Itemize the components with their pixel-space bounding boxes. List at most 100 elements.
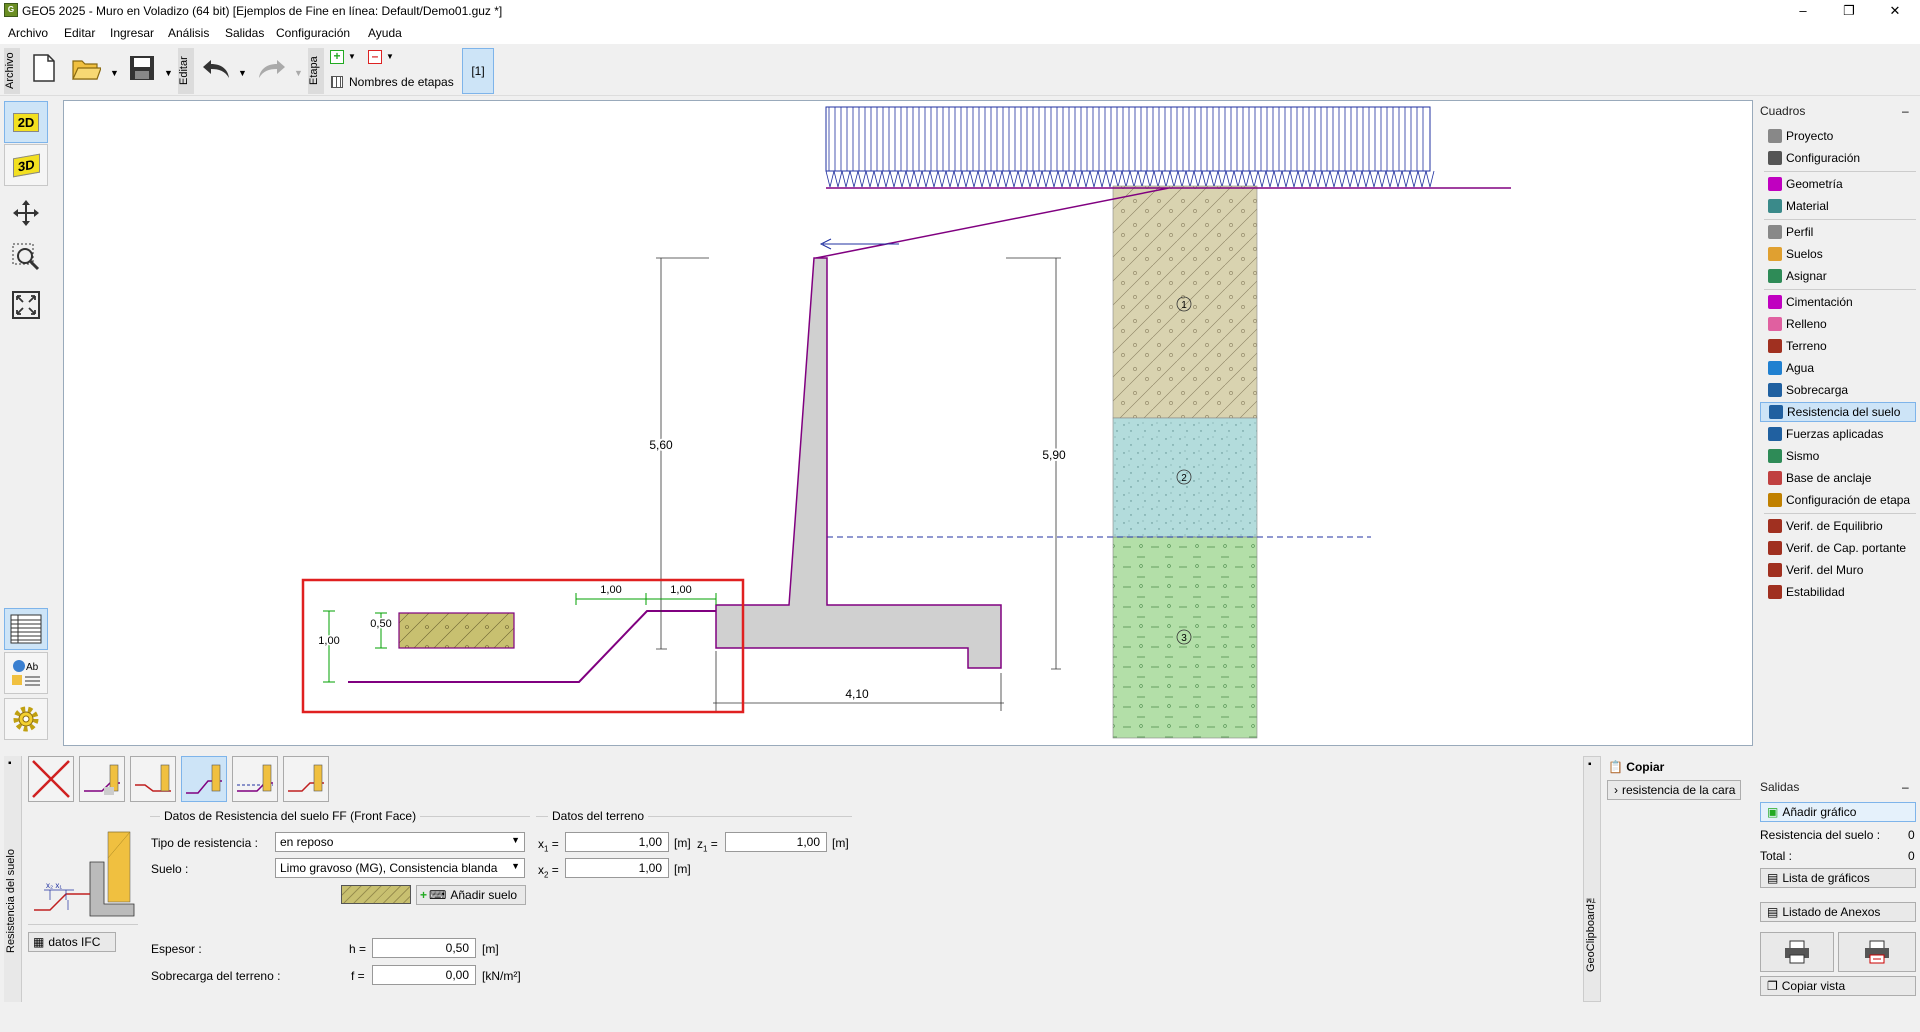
- outputs-header: Salidas: [1760, 780, 1800, 794]
- frame-forces[interactable]: Fuerzas aplicadas: [1760, 424, 1916, 444]
- frame-resistance[interactable]: Resistencia del suelo: [1760, 402, 1916, 422]
- dim-wall-height: 5,60: [649, 438, 673, 452]
- view-3d-button[interactable]: 3D: [4, 144, 48, 186]
- frame-equilibrium[interactable]: Verif. de Equilibrio: [1760, 516, 1916, 536]
- frames-collapse-icon[interactable]: –: [1902, 104, 1909, 118]
- soil-select[interactable]: Limo gravoso (MG), Consistencia blanda ▼: [275, 858, 525, 878]
- frame-surcharge[interactable]: Sobrecarga: [1760, 380, 1916, 400]
- stage-names-button[interactable]: Nombres de etapas: [349, 75, 454, 89]
- table-view-button[interactable]: [4, 608, 48, 650]
- frame-separator: [1764, 513, 1916, 514]
- geoclipboard-label: GeoClipboard™: [1585, 892, 1597, 972]
- frame-backfill[interactable]: Relleno: [1760, 314, 1916, 334]
- resistance-scheme-image: x₂ x₁: [30, 828, 136, 928]
- pin-icon[interactable]: ▪: [1588, 759, 1592, 770]
- menu-configuracion[interactable]: Configuración: [276, 26, 350, 40]
- frame-gear[interactable]: Configuración: [1760, 148, 1916, 168]
- frame-terrain[interactable]: Terreno: [1760, 336, 1916, 356]
- save-icon[interactable]: [126, 50, 158, 86]
- print-button[interactable]: [1760, 932, 1834, 972]
- settings-button[interactable]: [4, 698, 48, 740]
- x1-input[interactable]: 1,00: [565, 832, 669, 852]
- styles-button[interactable]: Ab: [4, 652, 48, 694]
- z1-input[interactable]: 1,00: [725, 832, 827, 852]
- print-pdf-button[interactable]: [1838, 932, 1916, 972]
- restore-button[interactable]: ❐: [1826, 0, 1872, 22]
- frame-document[interactable]: Proyecto: [1760, 126, 1916, 146]
- menu-editar[interactable]: Editar: [64, 26, 95, 40]
- open-folder-icon[interactable]: [70, 50, 102, 86]
- frame-geometry[interactable]: Geometría: [1760, 174, 1916, 194]
- add-soil-button[interactable]: + ⌨ Añadir suelo: [416, 885, 526, 905]
- add-graphic-icon: ▣: [1767, 805, 1779, 819]
- remove-stage-dropdown-icon[interactable]: ▼: [386, 52, 394, 61]
- geometry-icon: [1768, 177, 1782, 191]
- remove-stage-icon[interactable]: –: [368, 50, 382, 64]
- save-dropdown-icon[interactable]: ▼: [164, 68, 173, 78]
- view-3d-icon: 3D: [12, 153, 40, 177]
- frame-profile[interactable]: Perfil: [1760, 222, 1916, 242]
- frame-soils[interactable]: Suelos: [1760, 244, 1916, 264]
- no-resistance-button[interactable]: [28, 756, 74, 802]
- annex-list-button[interactable]: ▤ Listado de Anexos: [1760, 902, 1916, 922]
- surcharge-input[interactable]: 0,00: [372, 965, 476, 985]
- stage-1-button[interactable]: [1]: [462, 48, 494, 94]
- view-2d-button[interactable]: 2D: [4, 101, 48, 143]
- thickness-input[interactable]: 0,50: [372, 938, 476, 958]
- frame-assign[interactable]: Asignar: [1760, 266, 1916, 286]
- frame-stage-settings[interactable]: Configuración de etapa: [1760, 490, 1916, 510]
- etapa-tab[interactable]: Etapa: [308, 48, 324, 94]
- frame-earthquake[interactable]: Sismo: [1760, 446, 1916, 466]
- x1-label: x1 =: [538, 837, 559, 854]
- resistance-type-2-button[interactable]: [130, 756, 176, 802]
- pin-icon[interactable]: ▪: [8, 758, 12, 769]
- frame-bearing[interactable]: Verif. de Cap. portante: [1760, 538, 1916, 558]
- resistance-type-3-button[interactable]: [181, 756, 227, 802]
- gear-icon: [1768, 151, 1782, 165]
- menu-analisis[interactable]: Análisis: [168, 26, 209, 40]
- earth-pressure-arrow: [819, 238, 899, 250]
- frame-wall-check[interactable]: Verif. del Muro: [1760, 560, 1916, 580]
- close-button[interactable]: ✕: [1872, 0, 1918, 22]
- minimize-button[interactable]: –: [1780, 0, 1826, 22]
- frame-water[interactable]: Agua: [1760, 358, 1916, 378]
- graphics-list-button[interactable]: ▤ Lista de gráficos: [1760, 868, 1916, 888]
- frame-foundation[interactable]: Cimentación: [1760, 292, 1916, 312]
- undo-icon[interactable]: [200, 50, 232, 86]
- x2-input[interactable]: 1,00: [565, 858, 669, 878]
- copy-front-face-button[interactable]: › resistencia de la cara: [1607, 780, 1741, 800]
- frame-anchor-base[interactable]: Base de anclaje: [1760, 468, 1916, 488]
- copy-view-button[interactable]: ❐ Copiar vista: [1760, 976, 1916, 996]
- resistance-type-5-button[interactable]: [283, 756, 329, 802]
- frame-stability[interactable]: Estabilidad: [1760, 582, 1916, 602]
- app-icon: G: [4, 3, 18, 17]
- menu-ayuda[interactable]: Ayuda: [368, 26, 402, 40]
- frame-material[interactable]: Material: [1760, 196, 1916, 216]
- new-file-icon[interactable]: [28, 50, 60, 86]
- menu-archivo[interactable]: Archivo: [8, 26, 48, 40]
- add-graphic-button[interactable]: ▣ Añadir gráfico: [1760, 802, 1916, 822]
- divider: [28, 924, 138, 925]
- resistance-type-1-button[interactable]: [79, 756, 125, 802]
- add-stage-dropdown-icon[interactable]: ▼: [348, 52, 356, 61]
- redo-dropdown-icon[interactable]: ▼: [294, 68, 303, 78]
- menu-salidas[interactable]: Salidas: [225, 26, 264, 40]
- undo-dropdown-icon[interactable]: ▼: [238, 68, 247, 78]
- bearing-icon: [1768, 541, 1782, 555]
- zoom-button[interactable]: [4, 236, 48, 278]
- drawing-canvas[interactable]: 1 2 3 5,60 5,90 4,10 1,00 1,00 1,00 0,50: [63, 100, 1753, 746]
- editar-tab[interactable]: Editar: [178, 48, 194, 94]
- geoclipboard-copy[interactable]: 📋 Copiar: [1608, 760, 1664, 774]
- menu-ingresar[interactable]: Ingresar: [110, 26, 154, 40]
- view-2d-icon: 2D: [12, 112, 40, 132]
- outputs-collapse-icon[interactable]: –: [1902, 780, 1909, 794]
- redo-icon[interactable]: [256, 50, 288, 86]
- resistance-type-select[interactable]: en reposo ▼: [275, 832, 525, 852]
- archivo-tab[interactable]: Archivo: [4, 48, 20, 94]
- open-dropdown-icon[interactable]: ▼: [110, 68, 119, 78]
- zoom-extents-button[interactable]: [4, 284, 48, 326]
- ifc-data-button[interactable]: ▦ datos IFC: [28, 932, 116, 952]
- pan-button[interactable]: [4, 192, 48, 234]
- resistance-type-4-button[interactable]: [232, 756, 278, 802]
- add-stage-icon[interactable]: +: [330, 50, 344, 64]
